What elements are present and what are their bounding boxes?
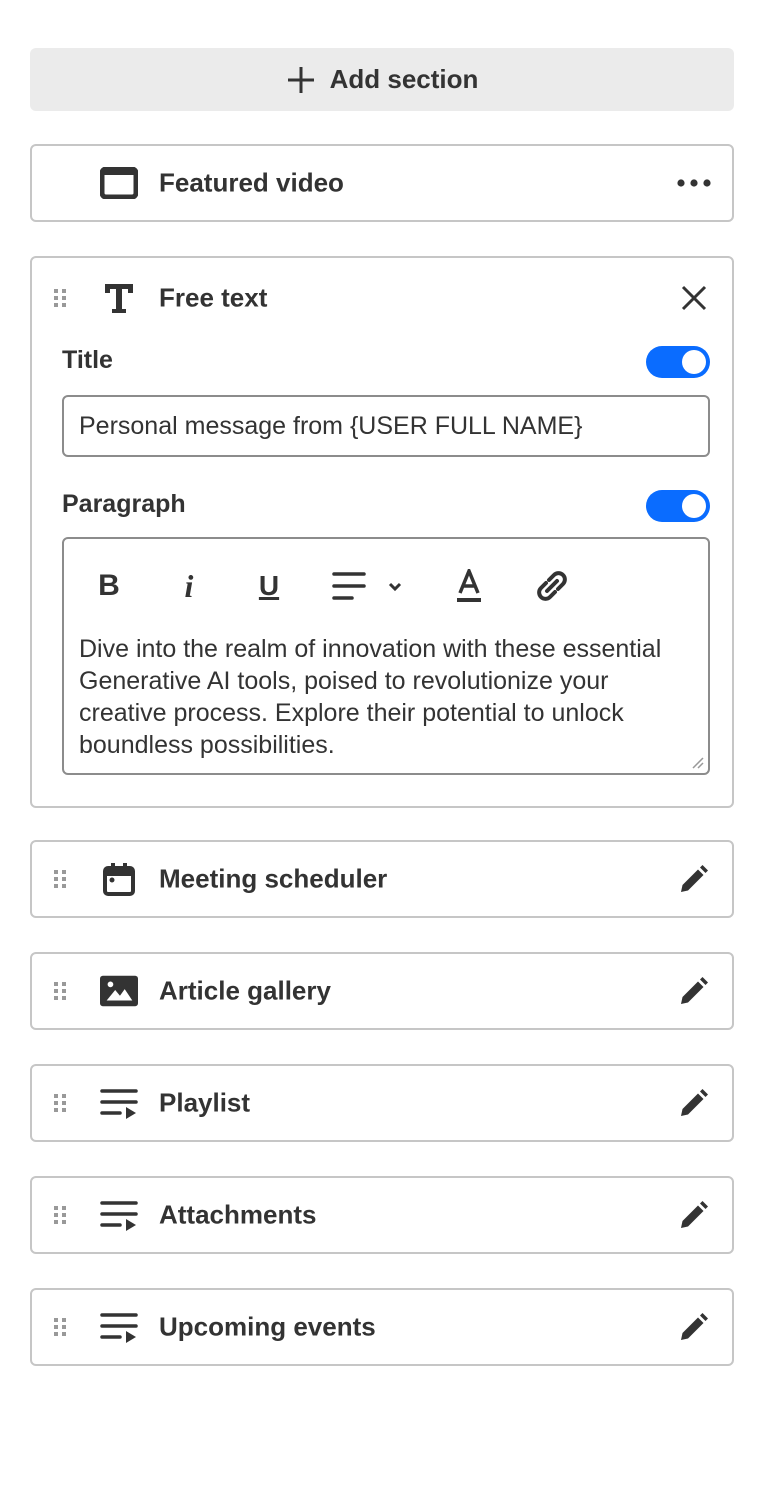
paragraph-text: Dive into the realm of innovation with t… xyxy=(79,635,662,759)
link-icon[interactable] xyxy=(532,567,572,605)
section-row: Attachments xyxy=(30,1176,734,1254)
title-label: Title xyxy=(62,346,113,374)
drag-handle-icon[interactable] xyxy=(54,1206,66,1224)
section-featured-video: Featured video xyxy=(30,144,734,222)
section-label: Meeting scheduler xyxy=(159,863,388,894)
section-label: Featured video xyxy=(159,167,344,198)
section-row: Playlist xyxy=(30,1064,734,1142)
drag-handle-icon[interactable] xyxy=(54,1318,66,1336)
drag-handle-icon[interactable] xyxy=(54,982,66,1000)
section-row: Meeting scheduler xyxy=(30,840,734,918)
section-label: Free text xyxy=(159,282,268,313)
paragraph-label: Paragraph xyxy=(62,490,186,518)
italic-icon[interactable]: i xyxy=(174,567,204,605)
close-icon xyxy=(681,285,707,311)
image-icon xyxy=(100,972,138,1010)
bold-icon[interactable]: B xyxy=(94,567,124,605)
edit-button[interactable] xyxy=(676,1309,712,1345)
playlist-icon xyxy=(100,1196,138,1234)
pencil-icon xyxy=(681,977,708,1004)
video-icon xyxy=(100,164,138,202)
playlist-icon xyxy=(100,1084,138,1122)
edit-button[interactable] xyxy=(676,973,712,1009)
section-label: Upcoming events xyxy=(159,1311,376,1342)
drag-handle-icon[interactable] xyxy=(54,870,66,888)
section-label: Attachments xyxy=(159,1199,317,1230)
pencil-icon xyxy=(681,1089,708,1116)
text-icon xyxy=(100,279,138,317)
add-section-label: Add section xyxy=(329,64,479,94)
section-row: Article gallery xyxy=(30,952,734,1030)
paragraph-toggle[interactable] xyxy=(646,490,710,522)
drag-handle-icon[interactable] xyxy=(54,1094,66,1112)
plus-icon xyxy=(287,66,314,93)
title-toggle[interactable] xyxy=(646,346,710,378)
add-section-button[interactable]: Add section xyxy=(30,48,734,111)
playlist-icon xyxy=(100,1308,138,1346)
pencil-icon xyxy=(681,1201,708,1228)
section-label: Article gallery xyxy=(159,975,331,1006)
close-button[interactable] xyxy=(676,280,712,316)
pencil-icon xyxy=(681,865,708,892)
align-left-icon xyxy=(332,572,402,600)
title-input[interactable]: Personal message from {USER FULL NAME} xyxy=(62,395,710,457)
section-free-text: Free text Title Personal message from {U… xyxy=(30,256,734,808)
edit-button[interactable] xyxy=(676,1085,712,1121)
calendar-icon xyxy=(100,860,138,898)
edit-button[interactable] xyxy=(676,861,712,897)
section-label: Playlist xyxy=(159,1087,251,1118)
underline-icon[interactable]: U xyxy=(254,567,284,605)
paragraph-editor[interactable]: B i U Dive into the realm of innovation … xyxy=(62,537,710,775)
resize-handle-icon[interactable] xyxy=(690,755,704,769)
more-button[interactable] xyxy=(676,165,712,201)
drag-handle-icon[interactable] xyxy=(54,289,66,307)
more-icon xyxy=(677,179,711,187)
edit-button[interactable] xyxy=(676,1197,712,1233)
pencil-icon xyxy=(681,1313,708,1340)
section-row: Upcoming events xyxy=(30,1288,734,1366)
align-dropdown[interactable] xyxy=(332,567,412,605)
text-color-icon[interactable] xyxy=(454,567,484,605)
